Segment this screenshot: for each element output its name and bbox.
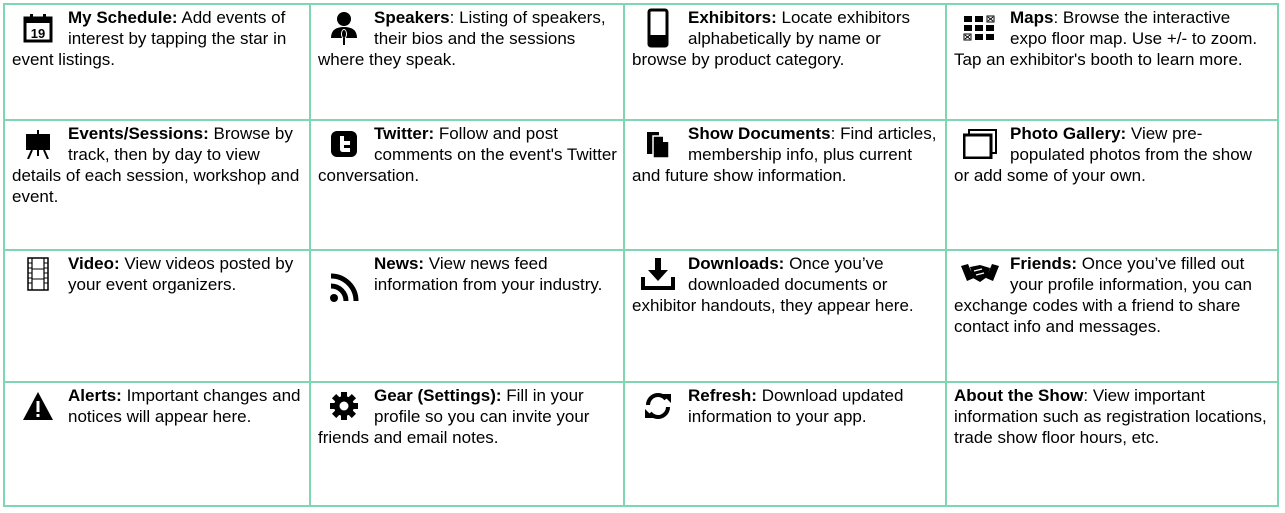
cell-title: Alerts: xyxy=(68,386,122,405)
film-icon xyxy=(12,253,64,295)
refresh-icon xyxy=(632,385,684,427)
gear-icon xyxy=(318,385,370,427)
photo-gallery-icon xyxy=(954,123,1006,165)
cell-events-sessions: Events/Sessions: Browse by track, then b… xyxy=(5,121,311,251)
cell-about-the-show: About the Show: View important informati… xyxy=(947,383,1277,505)
cell-title: Events/Sessions: xyxy=(68,124,209,143)
cell-alerts: Alerts: Important changes and notices wi… xyxy=(5,383,311,505)
cell-title: Show Documents xyxy=(688,124,831,143)
easel-icon xyxy=(12,123,64,165)
cell-gear-settings: Gear (Settings): Fill in your profile so… xyxy=(311,383,625,505)
cell-title: News: xyxy=(374,254,425,273)
rss-icon xyxy=(318,267,370,309)
calendar-icon: 19 xyxy=(12,7,64,49)
cell-video: Video: View videos posted by your event … xyxy=(5,251,311,383)
cell-title: Downloads: xyxy=(688,254,785,273)
cell-speakers: Speakers: Listing of speakers, their bio… xyxy=(311,5,625,121)
cell-downloads: Downloads: Once you’ve downloaded docume… xyxy=(625,251,947,383)
download-icon xyxy=(632,253,684,295)
twitter-icon xyxy=(318,123,370,165)
cell-title: Speakers xyxy=(374,8,450,27)
cell-title: Exhibitors: xyxy=(688,8,777,27)
cell-my-schedule: 19 My Schedule: Add events of interest b… xyxy=(5,5,311,121)
cell-show-documents: Show Documents: Find articles, membershi… xyxy=(625,121,947,251)
cell-photo-gallery: Photo Gallery: View pre-populated photos… xyxy=(947,121,1277,251)
cell-title: Maps xyxy=(1010,8,1054,27)
cell-title: Refresh: xyxy=(688,386,757,405)
cell-title: Photo Gallery: xyxy=(1010,124,1127,143)
documents-icon xyxy=(632,123,684,165)
cell-title: Friends: xyxy=(1010,254,1078,273)
cell-exhibitors: Exhibitors: Locate exhibitors alphabetic… xyxy=(625,5,947,121)
alert-icon xyxy=(12,385,64,427)
cell-twitter: Twitter: Follow and post comments on the… xyxy=(311,121,625,251)
cell-refresh: Refresh: Download updated information to… xyxy=(625,383,947,505)
mobile-device-icon xyxy=(632,7,684,49)
cell-title: Twitter: xyxy=(374,124,435,143)
cell-title: About the Show xyxy=(954,386,1084,405)
cell-title: Video: xyxy=(68,254,120,273)
speaker-icon xyxy=(318,7,370,49)
feature-grid: 19 My Schedule: Add events of interest b… xyxy=(3,3,1279,507)
handshake-icon xyxy=(954,253,1006,295)
cell-title: Gear (Settings): xyxy=(374,386,502,405)
cell-friends: Friends: Once you’ve filled out your pro… xyxy=(947,251,1277,383)
map-grid-icon xyxy=(954,7,1006,49)
svg-text:19: 19 xyxy=(31,26,45,41)
cell-title: My Schedule: xyxy=(68,8,178,27)
cell-news: News: View news feed information from yo… xyxy=(311,251,625,383)
cell-maps: Maps: Browse the interactive expo floor … xyxy=(947,5,1277,121)
